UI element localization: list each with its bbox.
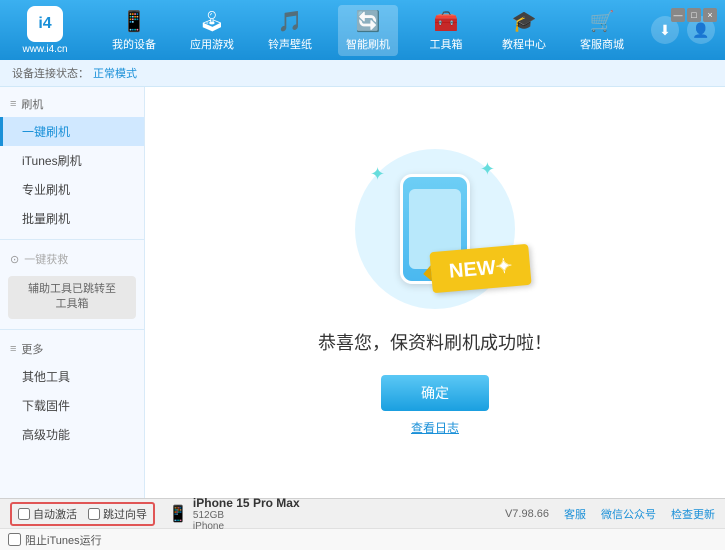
sidebar-item-one-key-flash[interactable]: 一键刷机 [0, 117, 144, 146]
device-type: iPhone [193, 521, 300, 532]
auto-activate-checkbox[interactable]: 自动激活 [18, 506, 77, 522]
nav-tutorial-label: 教程中心 [502, 36, 546, 52]
bottom-left: 自动激活 跳过向导 📱 iPhone 15 Pro Max 512GB iPho… [10, 494, 490, 534]
breadcrumb: 设备连接状态： 正常模式 [0, 60, 725, 87]
stop-itunes-input[interactable] [8, 533, 21, 546]
more-section-icon: ≡ [10, 343, 16, 355]
stop-itunes-checkbox[interactable]: 阻止iTunes运行 [8, 532, 102, 548]
flash-section-icon: ≡ [10, 98, 16, 110]
smart-flash-icon: 🔄 [356, 9, 381, 34]
breadcrumb-prefix: 设备连接状态： [12, 65, 89, 81]
nav-my-device[interactable]: 📱 我的设备 [104, 5, 164, 56]
sidebar-section-flash-header: ≡ 刷机 [0, 91, 144, 117]
sidebar: ≡ 刷机 一键刷机 iTunes刷机 专业刷机 批量刷机 ⊙ 一键获救 辅助工具… [0, 87, 145, 498]
app-game-icon: 🕹 [199, 9, 224, 34]
nav-app-game[interactable]: 🕹 应用游戏 [182, 5, 242, 56]
sidebar-flash-header-label: 刷机 [21, 96, 43, 112]
guide-activate-label: 跳过向导 [103, 506, 147, 522]
nav-smart-flash[interactable]: 🔄 智能刷机 [338, 5, 398, 56]
close-button[interactable]: × [703, 8, 717, 22]
phone-bg-circle: ✦ ✦ NEW✦ [355, 149, 515, 309]
sidebar-item-batch-flash[interactable]: 批量刷机 [0, 204, 144, 233]
app-logo: i4 [27, 6, 63, 42]
breadcrumb-mode: 正常模式 [93, 65, 137, 81]
logo-text: i4 [38, 15, 51, 33]
device-info: 📱 iPhone 15 Pro Max 512GB iPhone [160, 494, 308, 534]
device-storage: 512GB [193, 510, 300, 521]
nav-ringtone-label: 铃声壁纸 [268, 36, 312, 52]
restore-button[interactable]: □ [687, 8, 701, 22]
sidebar-divider-1 [0, 239, 144, 240]
top-bar: i4 www.i4.cn 📱 我的设备 🕹 应用游戏 🎵 铃声壁纸 🔄 智能刷机… [0, 0, 725, 60]
check-update-link[interactable]: 检查更新 [671, 506, 715, 522]
sidebar-more-header-label: 更多 [21, 341, 43, 357]
service-icon: 🛒 [590, 9, 615, 34]
sidebar-section-recover: ⊙ 一键获救 辅助工具已跳转至工具箱 [0, 242, 144, 327]
nav-my-device-label: 我的设备 [112, 36, 156, 52]
toolbox-icon: 🧰 [434, 9, 459, 34]
view-log-link[interactable]: 查看日志 [411, 419, 459, 436]
success-message: 恭喜您，保资料刷机成功啦！ [318, 329, 552, 355]
sidebar-item-pro-flash[interactable]: 专业刷机 [0, 175, 144, 204]
bottom-bar: 自动激活 跳过向导 📱 iPhone 15 Pro Max 512GB iPho… [0, 498, 725, 528]
sidebar-section-recover-header: ⊙ 一键获救 [0, 246, 144, 272]
sidebar-item-other-tools[interactable]: 其他工具 [0, 362, 144, 391]
logo-subtitle: www.i4.cn [22, 44, 67, 55]
success-illustration: ✦ ✦ NEW✦ [355, 149, 515, 309]
sidebar-section-more: ≡ 更多 其他工具 下载固件 高级功能 [0, 332, 144, 453]
stop-itunes-label: 阻止iTunes运行 [25, 532, 102, 548]
my-device-icon: 📱 [122, 9, 147, 34]
nav-service[interactable]: 🛒 客服商城 [572, 5, 632, 56]
auto-activate-input[interactable] [18, 508, 30, 520]
sidebar-section-more-header: ≡ 更多 [0, 336, 144, 362]
sidebar-recover-notice: 辅助工具已跳转至工具箱 [8, 276, 136, 319]
nav-smart-flash-label: 智能刷机 [346, 36, 390, 52]
minimize-button[interactable]: — [671, 8, 685, 22]
nav-items: 📱 我的设备 🕹 应用游戏 🎵 铃声壁纸 🔄 智能刷机 🧰 工具箱 🎓 教程中心… [95, 5, 641, 56]
sidebar-item-itunes-flash[interactable]: iTunes刷机 [0, 146, 144, 175]
bottom-right: V7.98.66 客服 微信公众号 检查更新 [505, 506, 715, 522]
device-details: iPhone 15 Pro Max 512GB iPhone [193, 496, 300, 532]
sidebar-item-download-firmware[interactable]: 下载固件 [0, 391, 144, 420]
version-label: V7.98.66 [505, 508, 549, 520]
nav-tutorial[interactable]: 🎓 教程中心 [494, 5, 554, 56]
confirm-button[interactable]: 确定 [381, 375, 489, 411]
auto-activate-label: 自动激活 [33, 506, 77, 522]
sparkle-tl-icon: ✦ [370, 164, 385, 185]
tutorial-icon: 🎓 [512, 9, 537, 34]
nav-toolbox-label: 工具箱 [430, 36, 463, 52]
wechat-link[interactable]: 微信公众号 [601, 506, 656, 522]
nav-app-game-label: 应用游戏 [190, 36, 234, 52]
sidebar-recover-header-label: 一键获救 [24, 251, 68, 267]
sparkle-tr-icon: ✦ [480, 159, 495, 180]
content-area: ✦ ✦ NEW✦ 恭喜您，保资料刷机成功啦！ 确定 查看日志 [145, 87, 725, 498]
guide-activate-input[interactable] [88, 508, 100, 520]
sidebar-item-advanced[interactable]: 高级功能 [0, 420, 144, 449]
checkbox-area: 自动激活 跳过向导 [10, 502, 155, 526]
sidebar-divider-2 [0, 329, 144, 330]
device-phone-icon: 📱 [168, 504, 188, 524]
recover-section-icon: ⊙ [10, 253, 19, 266]
sidebar-section-flash: ≡ 刷机 一键刷机 iTunes刷机 专业刷机 批量刷机 [0, 87, 144, 237]
customer-service-link[interactable]: 客服 [564, 506, 586, 522]
main-layout: ≡ 刷机 一键刷机 iTunes刷机 专业刷机 批量刷机 ⊙ 一键获救 辅助工具… [0, 87, 725, 498]
nav-toolbox[interactable]: 🧰 工具箱 [416, 5, 476, 56]
new-ribbon: NEW✦ [429, 244, 532, 294]
ringtone-icon: 🎵 [278, 9, 303, 34]
window-controls: — □ × [671, 8, 717, 22]
nav-ringtone[interactable]: 🎵 铃声壁纸 [260, 5, 320, 56]
logo-area: i4 www.i4.cn [10, 6, 80, 55]
nav-service-label: 客服商城 [580, 36, 624, 52]
guide-activate-checkbox[interactable]: 跳过向导 [88, 506, 147, 522]
